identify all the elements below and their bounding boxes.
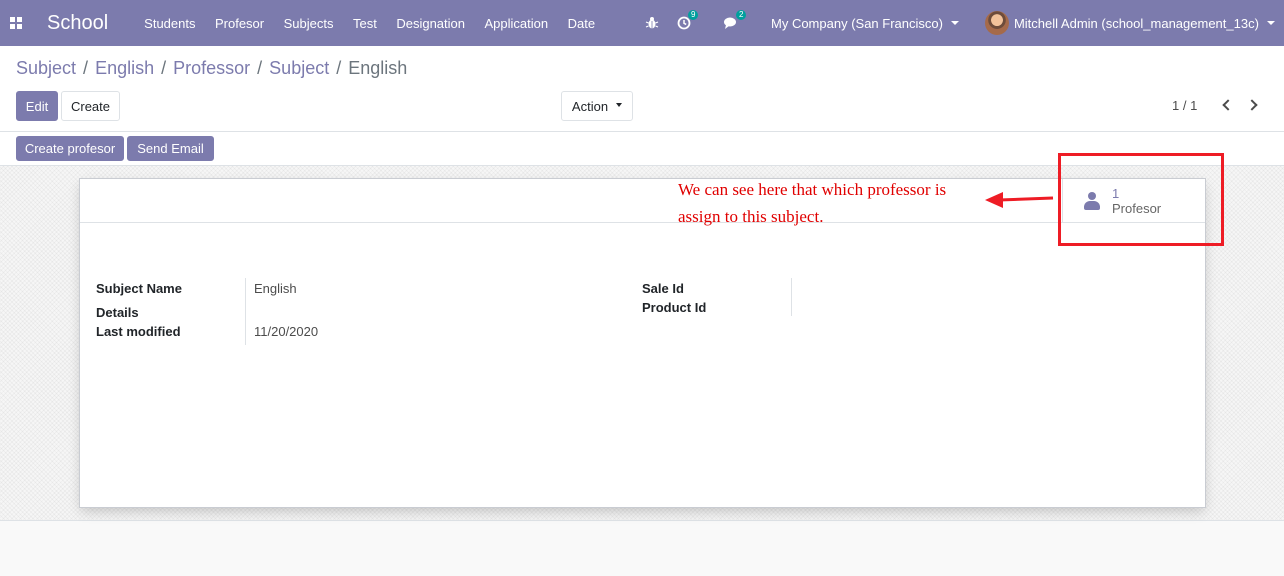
menu-item-designation[interactable]: Designation	[396, 16, 465, 31]
sale-id-label: Sale Id	[642, 281, 684, 296]
annotation-arrow-icon	[985, 192, 1054, 208]
company-name: My Company (San Francisco)	[771, 15, 943, 31]
avatar	[984, 11, 1009, 35]
subject-name-field[interactable]: English	[254, 281, 297, 296]
pager-previous-button[interactable]	[1218, 96, 1234, 114]
create-profesor-button[interactable]: Create profesor	[16, 136, 124, 161]
annotation-text: We can see here that which professor is …	[678, 180, 947, 226]
breadcrumb-separator: /	[336, 58, 342, 78]
menu-item-date[interactable]: Date	[568, 16, 595, 31]
pager-value[interactable]: 1 / 1	[1172, 98, 1197, 113]
send-email-button[interactable]: Send Email	[127, 136, 214, 161]
annotation-highlight-box	[1058, 153, 1224, 246]
control-panel: Subject / English / Professor / Subject …	[0, 46, 1284, 132]
chevron-down-icon	[616, 102, 623, 107]
breadcrumb-current: English	[348, 58, 408, 78]
menu-item-test[interactable]: Test	[353, 16, 377, 31]
last-modified-label: Last modified	[96, 324, 181, 339]
messages-chat-icon[interactable]: 2	[723, 10, 747, 31]
menu-item-students[interactable]: Students	[144, 16, 195, 31]
last-modified-value: 11/20/2020	[254, 324, 319, 339]
product-id-label: Product Id	[642, 300, 707, 315]
breadcrumb-separator: /	[83, 58, 89, 78]
menu-item-application[interactable]: Application	[485, 16, 549, 31]
form-sheet: 1 Profesor Subject Name English Details …	[79, 178, 1206, 508]
breadcrumb: Subject / English / Professor / Subject …	[16, 58, 407, 79]
menu-item-subjects[interactable]: Subjects	[284, 16, 334, 31]
user-menu[interactable]: Mitchell Admin (school_management_13c)	[984, 11, 1275, 35]
top-navbar: School Students Profesor Subjects Test D…	[0, 0, 1284, 46]
details-label: Details	[96, 305, 139, 320]
apps-menu-icon[interactable]	[0, 0, 32, 46]
breadcrumb-link-english[interactable]: English	[95, 58, 154, 79]
action-dropdown-button[interactable]: Action	[561, 91, 633, 121]
edit-button[interactable]: Edit	[16, 91, 58, 121]
debug-bug-icon[interactable]	[645, 15, 661, 31]
chevron-down-icon	[950, 21, 959, 25]
activity-count-badge: 9	[688, 10, 699, 20]
subject-name-label: Subject Name	[96, 281, 182, 296]
user-name: Mitchell Admin (school_management_13c)	[1013, 15, 1259, 31]
chevron-left-icon	[1221, 99, 1234, 111]
field-divider	[791, 278, 792, 316]
systray: 9 2 My Company (San Francisco) Mitchell …	[645, 0, 1275, 46]
chevron-right-icon	[1245, 99, 1258, 111]
create-button[interactable]: Create	[61, 91, 120, 121]
chevron-down-icon	[1266, 21, 1275, 25]
activity-clock-icon[interactable]: 9	[677, 10, 699, 31]
breadcrumb-link-subject-2[interactable]: Subject	[269, 58, 329, 79]
action-label: Action	[571, 98, 609, 114]
field-divider	[245, 278, 246, 345]
menu-item-profesor[interactable]: Profesor	[215, 16, 264, 31]
app-brand[interactable]: School	[47, 12, 108, 35]
breadcrumb-separator: /	[257, 58, 263, 78]
breadcrumb-link-subject[interactable]: Subject	[16, 58, 76, 79]
message-count-badge: 2	[736, 10, 747, 20]
breadcrumb-separator: /	[161, 58, 167, 78]
company-switcher[interactable]: My Company (San Francisco)	[771, 16, 959, 31]
breadcrumb-link-professor[interactable]: Professor	[173, 58, 250, 79]
pager-next-button[interactable]	[1245, 96, 1261, 114]
